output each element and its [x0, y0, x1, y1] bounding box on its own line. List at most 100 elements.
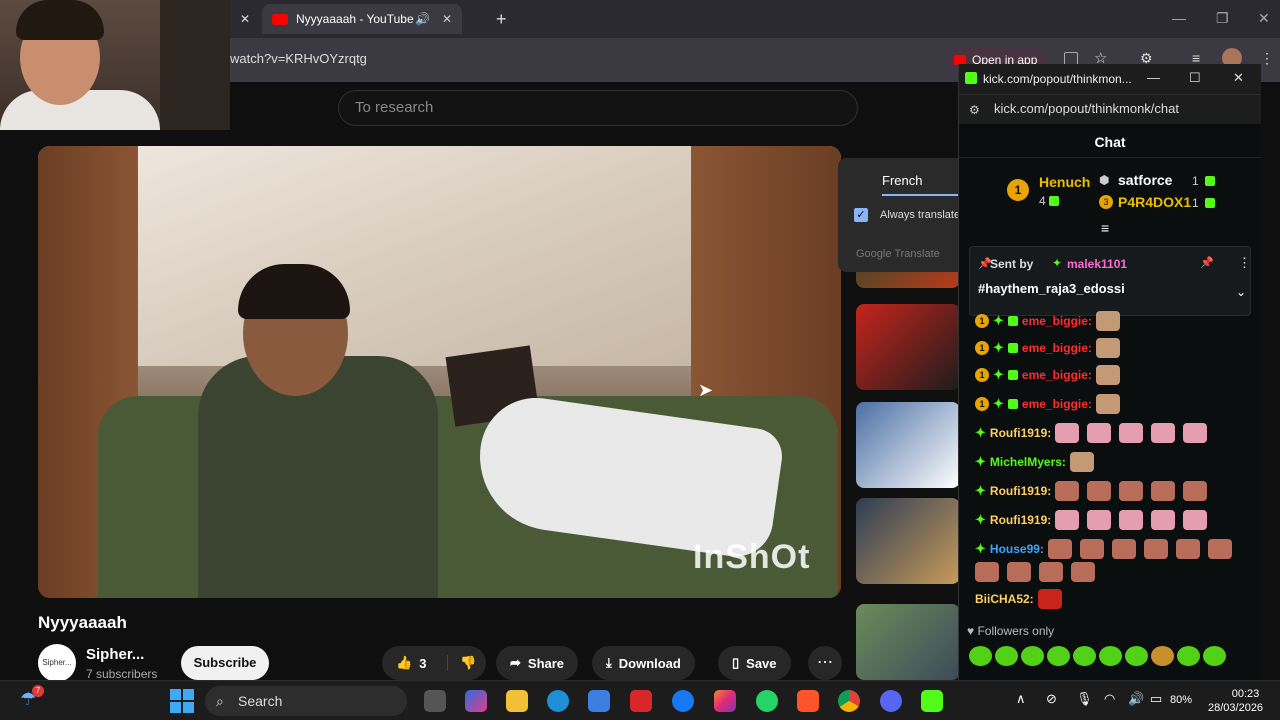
chat-message: ✦ Roufi1919: — [975, 422, 1211, 444]
collapse-leaderboard-icon[interactable]: ≡ — [1101, 220, 1109, 236]
star-badge-icon: ✦ — [975, 425, 986, 440]
taskbar-clock[interactable]: 00:23 28/03/2026 — [1208, 687, 1263, 715]
chat-username[interactable]: Roufi1919: — [990, 426, 1051, 440]
windows-taskbar: ☂ 7 ⌕ Search ∧ ⊘ 🎙 ◠ 🔊 ▭ 80% 00:23 28/03… — [0, 680, 1280, 720]
webcam-person — [16, 0, 104, 40]
leaderboard-user[interactable]: Henuch — [1039, 174, 1090, 190]
chat-username[interactable]: MichelMyers: — [990, 455, 1066, 469]
recommended-video-thumbnail[interactable] — [856, 402, 960, 488]
leaderboard-user[interactable]: P4R4DOX1 — [1118, 194, 1191, 210]
share-button[interactable]: ➦ Share — [496, 646, 579, 680]
chat-username[interactable]: eme_biggie: — [1022, 397, 1092, 411]
recommended-video-thumbnail[interactable] — [856, 498, 960, 584]
task-view-icon[interactable] — [424, 690, 446, 712]
save-button[interactable]: ▯ Save — [718, 646, 791, 680]
channel-name[interactable]: Sipher... — [86, 646, 144, 663]
chat-username[interactable]: eme_biggie: — [1022, 368, 1092, 382]
network-off-icon[interactable]: ⊘ — [1046, 691, 1057, 707]
wifi-icon[interactable]: ◠ — [1104, 691, 1115, 707]
emote-icon[interactable] — [1099, 646, 1122, 666]
like-button[interactable]: 👍 3 👎 — [382, 646, 486, 680]
facebook-icon[interactable] — [672, 690, 694, 712]
translate-language-tab[interactable]: French — [882, 173, 922, 188]
new-tab-icon[interactable]: + — [486, 4, 512, 34]
speaker-icon[interactable]: 🔊 — [415, 12, 430, 26]
pinned-username[interactable]: malek1101 — [1067, 257, 1127, 271]
windows-start-icon[interactable] — [170, 689, 194, 713]
chat-username[interactable]: eme_biggie: — [1022, 341, 1092, 355]
menu-icon[interactable]: ⋮ — [1260, 50, 1274, 67]
video-player[interactable]: InShOt ➤ — [38, 146, 841, 598]
site-settings-icon[interactable]: ⚙ — [969, 103, 980, 117]
channel-avatar[interactable]: Sipher... — [38, 644, 76, 682]
star-badge-icon: ✦ — [993, 313, 1004, 328]
emote-icon[interactable] — [1073, 646, 1096, 666]
recommended-video-thumbnail[interactable] — [856, 604, 960, 680]
minimize-icon[interactable]: — — [1147, 70, 1160, 85]
close-window-icon[interactable]: ✕ — [1233, 70, 1244, 86]
chat-username[interactable]: BiiCHA52: — [975, 592, 1034, 606]
recommended-video-thumbnail[interactable] — [856, 304, 960, 390]
chat-username[interactable]: Roufi1919: — [990, 513, 1051, 527]
maximize-icon[interactable]: ❐ — [1216, 10, 1229, 27]
star-badge-icon: ✦ — [993, 340, 1004, 355]
kick-chat-window: kick.com/popout/thinkmon... — ☐ ✕ ⚙ kick… — [958, 64, 1261, 680]
maximize-icon[interactable]: ☐ — [1189, 70, 1201, 86]
rank-medal: 1 — [1007, 179, 1029, 201]
emote-icon[interactable] — [1177, 646, 1200, 666]
chat-username[interactable]: Roufi1919: — [990, 484, 1051, 498]
emote-icon — [1095, 365, 1120, 385]
chevron-up-icon[interactable]: ∧ — [1016, 691, 1026, 707]
instagram-icon[interactable] — [714, 690, 736, 712]
close-tab-icon[interactable]: ✕ — [230, 4, 254, 34]
chat-username[interactable]: eme_biggie: — [1022, 314, 1092, 328]
copilot-icon[interactable] — [465, 690, 487, 712]
emote-icon — [1143, 539, 1168, 559]
discord-icon[interactable] — [880, 690, 902, 712]
app-l-icon[interactable] — [630, 690, 652, 712]
kick-app-icon[interactable] — [921, 690, 943, 712]
chrome-icon[interactable] — [838, 690, 860, 712]
chevron-down-icon[interactable]: ⌄ — [1236, 285, 1246, 299]
battery-icon[interactable]: ▭ — [1150, 691, 1162, 707]
brave-icon[interactable] — [797, 690, 819, 712]
kick-url[interactable]: kick.com/popout/thinkmonk/chat — [994, 101, 1179, 116]
search-input[interactable]: To research — [338, 90, 858, 126]
taskbar-search-label: Search — [238, 693, 283, 709]
more-options-icon[interactable]: ⋮ — [1238, 255, 1251, 271]
emote-icon — [1183, 510, 1208, 530]
emote-icon[interactable] — [969, 646, 992, 666]
emote-icon[interactable] — [1125, 646, 1148, 666]
microphone-icon[interactable]: 🎙 — [1076, 691, 1093, 707]
url-text[interactable]: watch?v=KRHvOYzrqtg — [230, 51, 367, 66]
edge-icon[interactable] — [547, 690, 569, 712]
always-translate-checkbox[interactable]: ✓ — [854, 208, 868, 222]
download-button[interactable]: ⤓ Download — [592, 646, 695, 680]
browser-tab[interactable]: Nyyyaaaah - YouTube 🔊 ✕ — [262, 4, 462, 34]
emote-icon[interactable] — [1021, 646, 1044, 666]
leaderboard-user[interactable]: satforce — [1118, 172, 1172, 188]
file-explorer-icon[interactable] — [506, 690, 528, 712]
emote-icon[interactable] — [995, 646, 1018, 666]
taskbar-search-input[interactable]: ⌕ Search — [205, 686, 407, 716]
emote-icon[interactable] — [1047, 646, 1070, 666]
emote-icon — [1111, 539, 1136, 559]
dislike-button[interactable]: 👎 — [447, 655, 477, 671]
store-icon[interactable] — [588, 690, 610, 712]
unpin-icon[interactable]: 📌 — [1200, 256, 1214, 269]
emote-icon[interactable] — [1151, 646, 1174, 666]
download-label: Download — [618, 655, 681, 671]
subscribe-button[interactable]: Subscribe — [181, 646, 269, 680]
close-window-icon[interactable]: ✕ — [1258, 10, 1270, 27]
more-actions-button[interactable]: ⋯ — [808, 646, 842, 680]
emote-icon — [1095, 338, 1120, 358]
pinned-message-text: #haythem_raja3_edossi — [978, 281, 1125, 296]
chat-username[interactable]: House99: — [990, 542, 1044, 556]
video-person — [198, 356, 438, 598]
volume-icon[interactable]: 🔊 — [1128, 691, 1144, 707]
emote-icon[interactable] — [1203, 646, 1226, 666]
gift-icon — [1007, 316, 1018, 326]
whatsapp-icon[interactable] — [756, 690, 778, 712]
close-tab-icon[interactable]: ✕ — [442, 12, 452, 26]
minimize-icon[interactable]: — — [1172, 10, 1186, 26]
